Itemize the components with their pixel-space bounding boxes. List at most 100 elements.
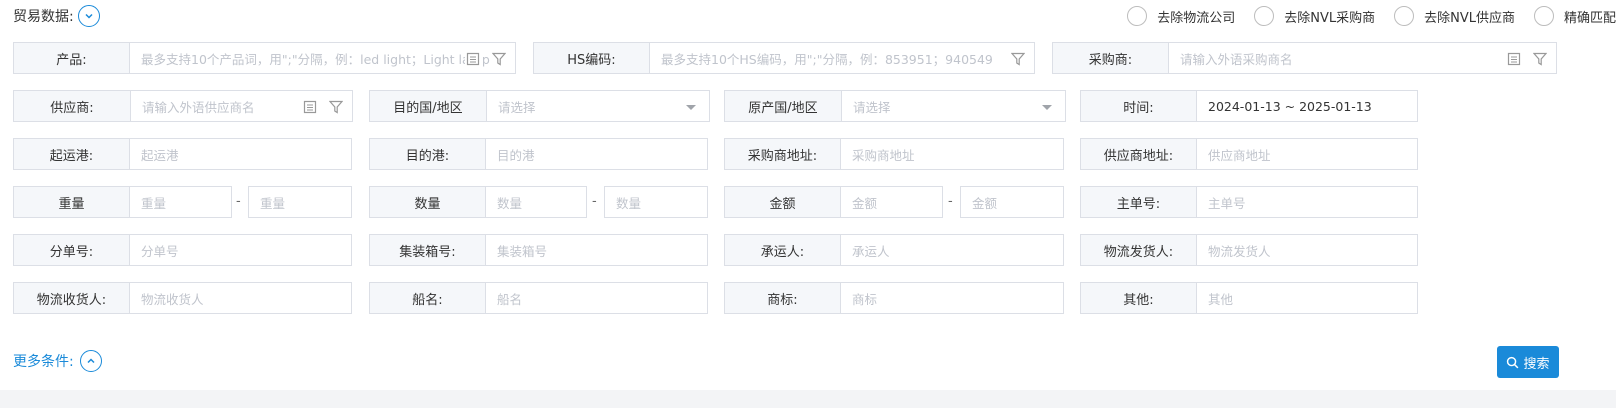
radio-button[interactable]	[1127, 6, 1148, 26]
list-icon[interactable]	[465, 51, 481, 67]
buyer-address-label: 采购商地址:	[725, 139, 841, 169]
supplier-field: 供应商: 请输入外语供应商名	[13, 90, 353, 122]
port-destination-label: 目的港:	[370, 139, 486, 169]
time-label: 时间:	[1081, 91, 1197, 121]
product-input[interactable]: 最多支持10个产品词，用";"分隔，例：led light；Light lamp	[130, 43, 515, 73]
list-icon[interactable]	[302, 99, 318, 115]
filter-options: 去除物流公司 去除NVL采购商 去除NVL供应商 精确匹配	[1108, 6, 1616, 26]
bottom-divider	[0, 390, 1616, 408]
logistics-shipper-input[interactable]: 物流发货人	[1197, 235, 1417, 265]
container-label: 集装箱号:	[370, 235, 486, 265]
port-departure-field: 起运港: 起运港	[13, 138, 352, 170]
carrier-input[interactable]: 承运人	[841, 235, 1063, 265]
more-conditions[interactable]: 更多条件:	[13, 350, 102, 372]
supplier-address-input[interactable]: 供应商地址	[1197, 139, 1417, 169]
weight-field: 重量 重量	[13, 186, 232, 218]
supplier-address-label: 供应商地址:	[1081, 139, 1197, 169]
range-separator: -	[592, 194, 597, 209]
weight-max-input[interactable]: 重量	[248, 186, 352, 218]
more-conditions-toggle[interactable]	[79, 350, 102, 372]
filter-icon[interactable]	[491, 51, 507, 67]
master-bill-label: 主单号:	[1081, 187, 1197, 217]
quantity-min-input[interactable]: 数量	[486, 187, 586, 217]
amount-max-input[interactable]: 金额	[960, 186, 1064, 218]
chevron-down-icon	[85, 13, 93, 19]
filter-exclude-logistics[interactable]: 去除物流公司	[1127, 6, 1235, 26]
brand-input[interactable]: 商标	[841, 283, 1063, 313]
trade-data-header: 贸易数据:	[13, 4, 100, 28]
carrier-label: 承运人:	[725, 235, 841, 265]
logistics-shipper-field: 物流发货人: 物流发货人	[1080, 234, 1418, 266]
origin-label: 原产国/地区	[725, 91, 842, 121]
amount-label: 金额	[725, 187, 841, 217]
supplier-address-field: 供应商地址: 供应商地址	[1080, 138, 1418, 170]
destination-field: 目的国/地区 请选择	[369, 90, 710, 122]
filter-exclude-nvl-supplier[interactable]: 去除NVL供应商	[1394, 6, 1515, 26]
port-departure-label: 起运港:	[14, 139, 130, 169]
carrier-field: 承运人: 承运人	[724, 234, 1064, 266]
search-button[interactable]: 搜索	[1497, 346, 1559, 378]
origin-field: 原产国/地区 请选择	[724, 90, 1066, 122]
brand-field: 商标: 商标	[724, 282, 1064, 314]
filter-icon[interactable]	[328, 99, 344, 115]
quantity-max-input[interactable]: 数量	[604, 186, 708, 218]
amount-min-input[interactable]: 金额	[841, 187, 942, 217]
caret-down-icon[interactable]	[1039, 99, 1055, 115]
hs-code-label: HS编码:	[534, 43, 650, 73]
container-field: 集装箱号: 集装箱号	[369, 234, 708, 266]
logistics-consignee-field: 物流收货人: 物流收货人	[13, 282, 352, 314]
destination-label: 目的国/地区	[370, 91, 487, 121]
radio-button[interactable]	[1533, 6, 1554, 26]
quantity-field: 数量 数量	[369, 186, 587, 218]
buyer-input[interactable]: 请输入外语采购商名	[1169, 43, 1556, 73]
filter-icon[interactable]	[1532, 51, 1548, 67]
vessel-field: 船名: 船名	[369, 282, 708, 314]
chevron-up-icon	[87, 358, 95, 364]
more-conditions-label: 更多条件:	[13, 354, 74, 370]
time-field: 时间: 2024-01-13 ~ 2025-01-13	[1080, 90, 1418, 122]
amount-field: 金额 金额	[724, 186, 943, 218]
port-departure-input[interactable]: 起运港	[130, 139, 351, 169]
radio-button[interactable]	[1394, 6, 1415, 26]
date-range-input[interactable]: 2024-01-13 ~ 2025-01-13	[1197, 91, 1417, 121]
hs-code-field: HS编码: 最多支持10个HS编码，用";"分隔，例：853951；940549	[533, 42, 1035, 74]
product-label: 产品:	[14, 43, 130, 73]
vessel-input[interactable]: 船名	[486, 283, 707, 313]
destination-select[interactable]: 请选择	[487, 91, 709, 121]
logistics-shipper-label: 物流发货人:	[1081, 235, 1197, 265]
list-icon[interactable]	[1506, 51, 1522, 67]
filter-exact-match[interactable]: 精确匹配	[1533, 6, 1616, 26]
search-icon	[1507, 356, 1519, 368]
master-bill-input[interactable]: 主单号	[1197, 187, 1417, 217]
range-separator: -	[948, 194, 953, 209]
other-field: 其他: 其他	[1080, 282, 1418, 314]
collapse-toggle[interactable]	[77, 5, 100, 27]
buyer-address-input[interactable]: 采购商地址	[841, 139, 1063, 169]
range-separator: -	[236, 194, 241, 209]
filter-exclude-nvl-buyer[interactable]: 去除NVL采购商	[1254, 6, 1375, 26]
page-title: 贸易数据:	[13, 9, 74, 25]
other-input[interactable]: 其他	[1197, 283, 1417, 313]
house-bill-input[interactable]: 分单号	[130, 235, 351, 265]
supplier-input[interactable]: 请输入外语供应商名	[131, 91, 352, 121]
logistics-consignee-label: 物流收货人:	[14, 283, 130, 313]
filter-label: 精确匹配	[1563, 10, 1616, 26]
hs-code-input[interactable]: 最多支持10个HS编码，用";"分隔，例：853951；940549	[650, 43, 1034, 73]
logistics-consignee-input[interactable]: 物流收货人	[130, 283, 351, 313]
origin-select[interactable]: 请选择	[842, 91, 1065, 121]
filter-icon[interactable]	[1010, 51, 1026, 67]
port-destination-input[interactable]: 目的港	[486, 139, 707, 169]
filter-label: 去除物流公司	[1157, 10, 1236, 26]
port-destination-field: 目的港: 目的港	[369, 138, 708, 170]
radio-button[interactable]	[1254, 6, 1275, 26]
brand-label: 商标:	[725, 283, 841, 313]
weight-min-input[interactable]: 重量	[130, 187, 231, 217]
other-label: 其他:	[1081, 283, 1197, 313]
house-bill-label: 分单号:	[14, 235, 130, 265]
house-bill-field: 分单号: 分单号	[13, 234, 352, 266]
buyer-address-field: 采购商地址: 采购商地址	[724, 138, 1064, 170]
container-input[interactable]: 集装箱号	[486, 235, 707, 265]
caret-down-icon[interactable]	[683, 99, 699, 115]
search-label: 搜索	[1523, 356, 1550, 372]
product-field: 产品: 最多支持10个产品词，用";"分隔，例：led light；Light …	[13, 42, 516, 74]
